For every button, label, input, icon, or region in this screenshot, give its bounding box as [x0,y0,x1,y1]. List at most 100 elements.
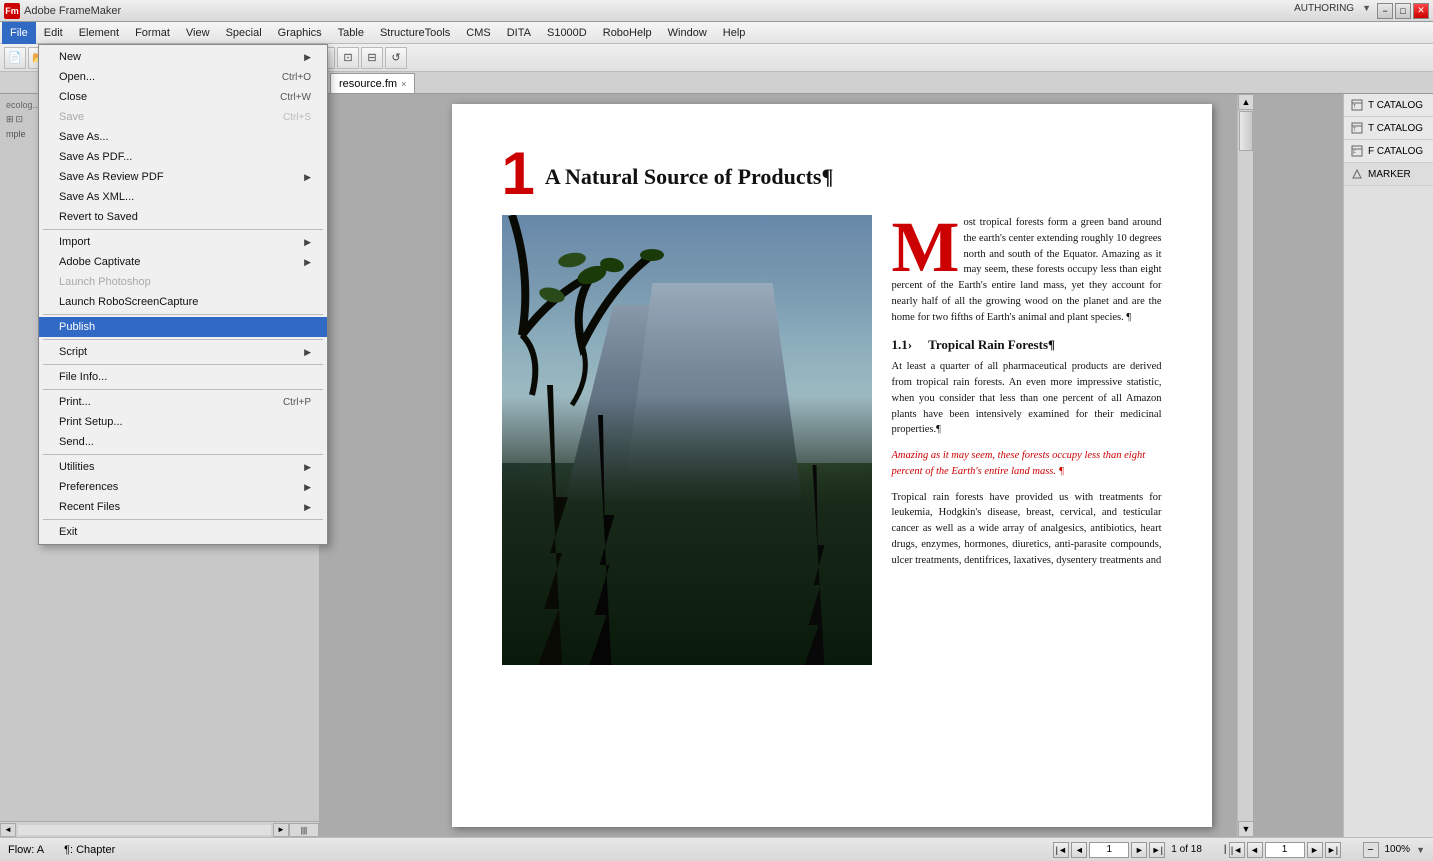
authoring-label: AUTHORING [1294,3,1354,19]
fm-captivate-label: Adobe Captivate [59,256,140,268]
menu-element[interactable]: Element [71,22,127,44]
fm-sep7 [43,519,323,520]
fm-save-as-xml[interactable]: Save As XML... [39,187,327,207]
fm-send[interactable]: Send... [39,432,327,452]
fm-exit[interactable]: Exit [39,522,327,542]
right-panel-t-catalog-1[interactable]: T T CATALOG [1344,94,1433,117]
fm-revert[interactable]: Revert to Saved [39,207,327,227]
fm-file-info-label: File Info... [59,371,107,383]
fm-save-as-pdf[interactable]: Save As PDF... [39,147,327,167]
tb-align3[interactable]: ⊡ [337,47,359,69]
menu-structuretools[interactable]: StructureTools [372,22,458,44]
menu-help[interactable]: Help [715,22,754,44]
fm-sep4 [43,364,323,365]
fm-utilities-label: Utilities [59,461,94,473]
scroll-right-btn[interactable]: ► [273,823,289,837]
fm-photoshop-label: Launch Photoshop [59,276,151,288]
menu-special[interactable]: Special [218,22,270,44]
nav-prev[interactable]: ◄ [1071,842,1087,858]
nav-first2[interactable]: |◄ [1229,842,1245,858]
maximize-button[interactable]: □ [1395,3,1411,19]
fm-save-as-xml-label: Save As XML... [59,191,134,203]
scroll-thumb[interactable] [1239,111,1253,151]
fm-save[interactable]: Save Ctrl+S [39,107,327,127]
scroll-down-btn[interactable]: ▼ [1238,821,1254,837]
fm-launch-robo[interactable]: Launch RoboScreenCapture [39,292,327,312]
fm-sep3 [43,339,323,340]
fm-save-as[interactable]: Save As... [39,127,327,147]
right-panel-f-catalog[interactable]: F F CATALOG [1344,140,1433,163]
section-input[interactable] [1265,842,1305,858]
fm-file-info[interactable]: File Info... [39,367,327,387]
menu-graphics[interactable]: Graphics [270,22,330,44]
menu-table[interactable]: Table [330,22,372,44]
fm-import-label: Import [59,236,90,248]
branch-area [502,215,672,415]
nav-last2[interactable]: ►| [1325,842,1341,858]
menu-format[interactable]: Format [127,22,178,44]
fm-save-as-review-pdf[interactable]: Save As Review PDF ▶ [39,167,327,187]
nav-controls: |◄ ◄ 1 ► ►| 1 of 18 | |◄ ◄ ► ►| − 100% ▼ [1053,842,1425,858]
tb-align4[interactable]: ⊟ [361,47,383,69]
nav-first[interactable]: |◄ [1053,842,1069,858]
fm-exit-label: Exit [59,526,77,538]
menu-cms[interactable]: CMS [458,22,498,44]
menubar: File Edit Element Format View Special Gr… [0,22,1433,44]
menu-robohelp[interactable]: RoboHelp [595,22,660,44]
tb-new[interactable]: 📄 [4,47,26,69]
nav-last[interactable]: ►| [1149,842,1165,858]
close-button[interactable]: ✕ [1413,3,1429,19]
menu-edit[interactable]: Edit [36,22,71,44]
nav-next2[interactable]: ► [1307,842,1323,858]
menu-dita[interactable]: DITA [499,22,539,44]
scroll-track [18,825,271,835]
doc-tab-resource[interactable]: resource.fm × [330,73,415,93]
fm-adobe-captivate[interactable]: Adobe Captivate ▶ [39,252,327,272]
fm-print[interactable]: Print... Ctrl+P [39,392,327,412]
fm-utilities[interactable]: Utilities ▶ [39,457,327,477]
flow-label: Flow: A [8,844,44,856]
right-panel-t-catalog-2[interactable]: T T CATALOG [1344,117,1433,140]
fm-launch-photoshop[interactable]: Launch Photoshop [39,272,327,292]
menu-view[interactable]: View [178,22,218,44]
branch-svg [502,215,672,415]
fm-sep6 [43,454,323,455]
fm-preferences[interactable]: Preferences ▶ [39,477,327,497]
app-title: Adobe FrameMaker [24,5,121,17]
page-input[interactable]: 1 [1089,842,1129,858]
nav-next[interactable]: ► [1131,842,1147,858]
para-label: ¶: Chapter [64,844,115,856]
tab-label: resource.fm [339,78,397,90]
tab-close-btn[interactable]: × [401,79,406,89]
fm-import-arrow: ▶ [304,237,311,248]
minimize-button[interactable]: − [1377,3,1393,19]
fm-recent-files[interactable]: Recent Files ▶ [39,497,327,517]
file-menu: New ▶ Open... Ctrl+O Close Ctrl+W Save C… [38,44,328,545]
fm-preferences-label: Preferences [59,481,118,493]
fm-publish[interactable]: Publish [39,317,327,337]
section-title-text: Tropical Rain Forests¶ [928,337,1055,352]
fm-print-setup[interactable]: Print Setup... [39,412,327,432]
fm-recent-files-arrow: ▶ [304,502,311,513]
app-logo: Fm [4,3,20,19]
fm-import[interactable]: Import ▶ [39,232,327,252]
tb-refresh[interactable]: ↺ [385,47,407,69]
page-label2: | [1224,844,1227,855]
fm-new[interactable]: New ▶ [39,47,327,67]
fm-close-label: Close [59,91,87,103]
nav-prev2[interactable]: ◄ [1247,842,1263,858]
menu-s1000d[interactable]: S1000D [539,22,595,44]
right-panel-label-2: T CATALOG [1368,123,1423,134]
chapter-number: 1 [502,144,535,204]
fm-review-arrow: ▶ [304,172,311,183]
scroll-up-btn[interactable]: ▲ [1238,94,1254,110]
fm-open[interactable]: Open... Ctrl+O [39,67,327,87]
fm-close[interactable]: Close Ctrl+W [39,87,327,107]
right-panel-marker[interactable]: MARKER [1344,163,1433,186]
right-panel-label-4: MARKER [1368,169,1411,180]
menu-file[interactable]: File [2,22,36,44]
menu-window[interactable]: Window [660,22,715,44]
scroll-left-btn[interactable]: ◄ [0,823,16,837]
fm-script[interactable]: Script ▶ [39,342,327,362]
zoom-minus-btn[interactable]: − [1363,842,1379,858]
